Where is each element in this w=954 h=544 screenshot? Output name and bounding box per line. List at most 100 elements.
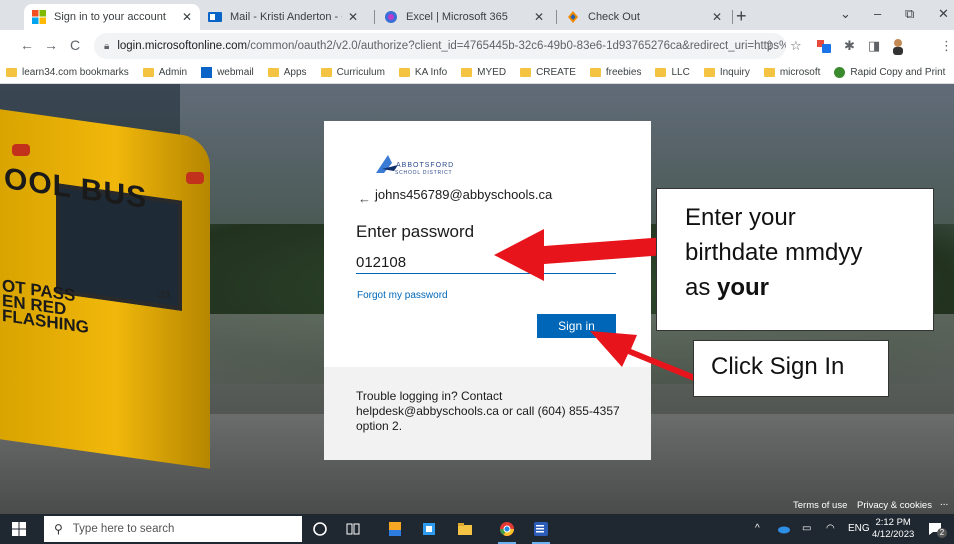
folder-icon <box>655 68 667 77</box>
folder-icon <box>267 68 279 77</box>
bookmark-folder[interactable]: CREATE <box>520 67 576 78</box>
system-clock[interactable]: 2:12 PM 4/12/2023 <box>872 517 914 541</box>
help-text: Trouble logging in? Contact helpdesk@abb… <box>356 389 620 433</box>
outlook-icon <box>201 67 213 78</box>
tab-title: Check Out <box>588 11 640 23</box>
bookmarks-bar: learn34.com bookmarks Admin webmail Apps… <box>0 62 954 84</box>
tab-excel[interactable]: Excel | Microsoft 365 ✕ <box>376 4 552 30</box>
side-panel-icon[interactable]: ◨ <box>868 38 880 54</box>
task-view-icon[interactable] <box>344 520 362 538</box>
url-host: login.microsoftonline.com <box>117 40 248 52</box>
new-tab-button[interactable]: + <box>736 6 747 27</box>
forward-button[interactable]: → <box>44 37 58 53</box>
browser-menu-icon[interactable]: ⋮ <box>940 38 953 54</box>
bookmark-folder[interactable]: Apps <box>267 67 307 78</box>
reload-button[interactable]: C <box>70 37 80 53</box>
windows-taskbar: ⚲ Type here to search ^ ▭ ◠ ENG 2:12 PM … <box>0 514 954 544</box>
password-input[interactable] <box>356 252 616 274</box>
logo-wordmark: ABBOTSFORD <box>396 162 455 169</box>
bookmark-folder[interactable]: Admin <box>142 67 187 78</box>
chrome-icon[interactable] <box>498 520 516 538</box>
battery-icon[interactable]: ▭ <box>802 523 811 534</box>
tab-outlook-mail[interactable]: Mail - Kristi Anderton - Outlook ✕ <box>200 4 366 30</box>
tab-sign-in[interactable]: Sign in to your account ✕ <box>24 4 200 30</box>
folder-icon <box>142 68 154 77</box>
bookmark-folder[interactable]: Inquiry <box>703 67 750 78</box>
maximize-button[interactable]: ⧉ <box>905 6 914 22</box>
folder-icon <box>520 68 532 77</box>
folder-icon <box>703 68 715 77</box>
bookmark-link[interactable]: Rapid Copy and Print <box>834 67 945 78</box>
tab-title: Excel | Microsoft 365 <box>406 11 508 23</box>
lock-icon: 🔒︎ <box>104 40 110 52</box>
notification-count-badge: 2 <box>937 528 947 538</box>
profile-avatar-icon[interactable] <box>890 37 906 55</box>
back-arrow-button[interactable]: ← <box>358 191 371 206</box>
word-icon[interactable] <box>532 520 550 538</box>
bus-light <box>12 144 30 156</box>
leaf-icon <box>834 67 846 78</box>
terms-of-use-link[interactable]: Terms of use <box>793 500 847 511</box>
file-explorer-icon[interactable] <box>456 520 474 538</box>
folder-icon <box>398 68 410 77</box>
tab-search-icon[interactable]: ⌄ <box>840 6 851 22</box>
privacy-link[interactable]: Privacy & cookies <box>857 500 932 511</box>
language-indicator[interactable]: ENG <box>848 523 870 534</box>
checkout-icon <box>568 11 578 23</box>
address-bar[interactable]: 🔒︎ login.microsoftonline.com /common/oau… <box>94 33 786 59</box>
instruction-callout-sign-in: Click Sign In <box>693 340 889 397</box>
clock-date: 4/12/2023 <box>872 529 915 540</box>
outlook-icon <box>208 12 222 22</box>
bookmark-folder[interactable]: KA Info <box>398 67 447 78</box>
close-tab-icon[interactable]: ✕ <box>182 10 192 24</box>
folder-icon <box>461 68 473 77</box>
folder-icon <box>763 68 775 77</box>
bookmark-folder[interactable]: microsoft <box>763 67 820 78</box>
logo-subtitle: SCHOOL DISTRICT <box>395 170 453 176</box>
tab-separator <box>732 10 733 24</box>
folder-icon <box>320 68 332 77</box>
bookmark-star-icon[interactable]: ☆ <box>790 38 802 54</box>
account-identity: johns456789@abbyschools.ca <box>375 187 553 202</box>
cortana-icon[interactable] <box>311 520 329 538</box>
url-path: /common/oauth2/v2.0/authorize?client_id=… <box>247 40 786 52</box>
close-tab-icon[interactable]: ✕ <box>534 10 544 24</box>
folder-icon <box>6 68 17 77</box>
bus-light <box>186 172 204 184</box>
bookmark-folder[interactable]: freebies <box>589 67 641 78</box>
search-icon: ⚲ <box>54 522 63 536</box>
more-options-icon[interactable]: ... <box>940 497 948 508</box>
bus-number: 33 <box>158 289 171 301</box>
back-button[interactable]: ← <box>20 37 34 53</box>
folder-icon <box>589 68 601 77</box>
minimize-button[interactable]: – <box>874 6 881 21</box>
store-icon[interactable] <box>420 520 438 538</box>
bookmark-folder[interactable]: learn34.com bookmarks <box>6 67 129 78</box>
browser-tab-strip: Sign in to your account ✕ Mail - Kristi … <box>0 0 954 30</box>
show-hidden-icons-button[interactable]: ^ <box>755 523 760 534</box>
close-tab-icon[interactable]: ✕ <box>348 10 358 24</box>
forgot-password-link[interactable]: Forgot my password <box>357 290 448 301</box>
instruction-callout-password: Enter your birthdate mmdyy as your <box>656 188 934 331</box>
onenote-icon[interactable] <box>386 520 404 538</box>
tab-separator <box>556 10 557 24</box>
bookmark-folder[interactable]: Curriculum <box>320 67 385 78</box>
tab-check-out[interactable]: Check Out ✕ <box>558 4 730 30</box>
browser-toolbar: ← → C 🔒︎ login.microsoftonline.com /comm… <box>0 30 954 62</box>
close-window-button[interactable]: ✕ <box>938 6 949 22</box>
extensions-puzzle-icon[interactable]: ✱ <box>844 38 855 54</box>
clock-time: 2:12 PM <box>875 517 911 528</box>
share-icon[interactable]: ⇪ <box>764 38 775 54</box>
wifi-icon[interactable]: ◠ <box>826 523 835 534</box>
close-tab-icon[interactable]: ✕ <box>712 10 722 24</box>
onedrive-icon[interactable] <box>777 524 791 534</box>
extension-badge-icon[interactable] <box>816 38 832 54</box>
tab-separator <box>374 10 375 24</box>
bookmark-folder[interactable]: LLC <box>655 67 690 78</box>
bookmark-link[interactable]: webmail <box>201 67 254 78</box>
bookmark-folder[interactable]: MYED <box>461 67 506 78</box>
page-title: Enter password <box>356 222 475 241</box>
sign-in-button[interactable]: Sign in <box>537 314 616 338</box>
taskbar-search-input[interactable]: ⚲ Type here to search <box>44 516 302 542</box>
windows-start-icon[interactable] <box>12 522 26 536</box>
